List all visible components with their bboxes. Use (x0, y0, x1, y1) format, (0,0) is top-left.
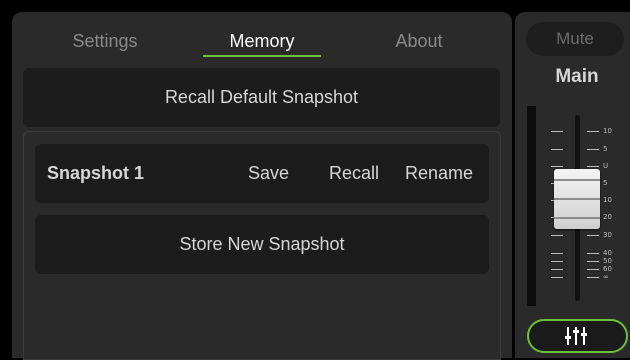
scale-label: 10 (603, 196, 612, 204)
tab-memory[interactable]: Memory (197, 30, 327, 52)
tab-settings[interactable]: Settings (40, 30, 170, 52)
level-meter (527, 106, 536, 306)
scale-tick-right (587, 253, 599, 254)
active-tab-indicator (203, 55, 321, 57)
mixer-sliders-icon (565, 327, 587, 345)
scale-tick-left (551, 149, 563, 150)
scale-tick-left (551, 235, 563, 236)
scale-tick-right (587, 131, 599, 132)
scale-tick-right (587, 261, 599, 262)
recall-default-snapshot-button[interactable]: Recall Default Snapshot (23, 68, 500, 127)
scale-tick-right (587, 149, 599, 150)
scale-tick-right (587, 269, 599, 270)
scale-label: 10 (603, 127, 612, 135)
channel-name: Main (555, 66, 599, 87)
snapshot-row: Snapshot 1 Save Recall Rename (35, 144, 489, 203)
scale-label: 50 (603, 257, 612, 265)
scale-label: ∞ (603, 273, 609, 281)
scale-tick-left (551, 253, 563, 254)
scale-label: 20 (603, 213, 612, 221)
snapshot-list: Snapshot 1 Save Recall Rename Store New … (23, 131, 501, 360)
snapshot-recall-button[interactable]: Recall (329, 144, 379, 203)
scale-label: 40 (603, 249, 612, 257)
scale-tick-left (551, 269, 563, 270)
scale-tick-left (551, 261, 563, 262)
scale-tick-right (587, 166, 599, 167)
mixer-button[interactable] (527, 319, 628, 353)
scale-label: 60 (603, 265, 612, 273)
scale-tick-left (551, 131, 563, 132)
channel-strip: Mute Main 10 5 U 5 10 20 30 40 50 60 ∞ (515, 12, 630, 358)
scale-tick-left (551, 166, 563, 167)
mute-button[interactable]: Mute (526, 22, 624, 56)
snapshot-save-button[interactable]: Save (248, 144, 289, 203)
store-new-snapshot-button[interactable]: Store New Snapshot (35, 215, 489, 274)
tab-about[interactable]: About (354, 30, 484, 52)
tab-bar: Settings Memory About (12, 12, 512, 58)
scale-label: U (603, 162, 609, 170)
scale-label: 30 (603, 231, 612, 239)
scale-tick-right (587, 277, 599, 278)
memory-panel: Settings Memory About Recall Default Sna… (12, 12, 512, 360)
snapshot-name: Snapshot 1 (47, 163, 145, 183)
fader-knob[interactable] (554, 169, 600, 229)
scale-label: 5 (603, 179, 608, 187)
scale-tick-right (587, 235, 599, 236)
scale-label: 5 (603, 145, 608, 153)
snapshot-rename-button[interactable]: Rename (405, 144, 473, 203)
scale-tick-left (551, 277, 563, 278)
